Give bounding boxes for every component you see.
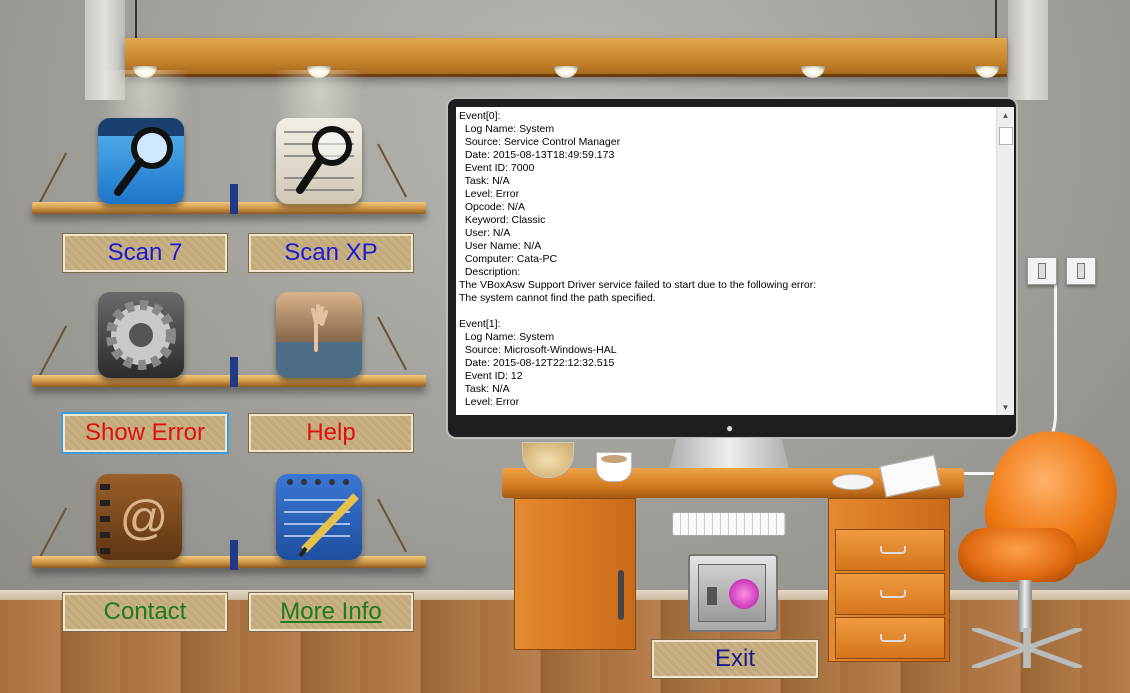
scroll-thumb[interactable] bbox=[999, 127, 1013, 145]
shelf-strap bbox=[230, 540, 238, 570]
show-error-button[interactable]: Show Error bbox=[61, 412, 229, 454]
safe-knob bbox=[707, 587, 717, 605]
coffee-cup bbox=[596, 452, 632, 482]
shelf-1 bbox=[32, 202, 426, 214]
event-log-text[interactable]: Event[0]: Log Name: System Source: Servi… bbox=[459, 110, 994, 412]
scan-7-button[interactable]: Scan 7 bbox=[62, 233, 228, 273]
contact-button[interactable]: Contact bbox=[62, 592, 228, 632]
magnifier-document-icon[interactable] bbox=[276, 118, 362, 204]
help-button[interactable]: Help bbox=[248, 413, 414, 453]
scroll-up-icon[interactable]: ▲ bbox=[997, 107, 1014, 123]
more-info-button[interactable]: More Info bbox=[248, 592, 414, 632]
office-chair-post bbox=[1018, 580, 1032, 632]
drawer bbox=[835, 617, 945, 659]
more-info-label: More Info bbox=[280, 598, 382, 625]
safe-apple-icon[interactable] bbox=[688, 554, 778, 632]
office-chair-base bbox=[972, 628, 1082, 668]
shelf-3 bbox=[32, 556, 426, 568]
show-error-label: Show Error bbox=[84, 419, 206, 446]
exit-button[interactable]: Exit bbox=[651, 639, 819, 679]
shelf-strap bbox=[230, 184, 238, 214]
ceiling-pillar-right bbox=[1008, 0, 1048, 100]
contact-label: Contact bbox=[103, 598, 187, 625]
shelf-strap bbox=[230, 357, 238, 387]
monitor: Event[0]: Log Name: System Source: Servi… bbox=[446, 97, 1018, 439]
exit-label: Exit bbox=[714, 645, 755, 672]
safe-door bbox=[698, 564, 766, 622]
office-chair-seat bbox=[958, 528, 1078, 582]
gear-icon[interactable] bbox=[98, 292, 184, 378]
magnifier-folder-icon[interactable] bbox=[98, 118, 184, 204]
lamp-wire bbox=[995, 0, 997, 42]
notepad-pencil-icon[interactable] bbox=[276, 474, 362, 560]
address-book-icon[interactable]: @ bbox=[96, 474, 182, 560]
cabinet-handle bbox=[618, 570, 624, 620]
desk-drawers bbox=[828, 498, 950, 662]
drawer bbox=[835, 529, 945, 571]
wall-switch bbox=[1066, 257, 1096, 285]
drowning-hand-icon[interactable] bbox=[276, 292, 362, 378]
scan-xp-label: Scan XP bbox=[284, 239, 378, 266]
scan-7-label: Scan 7 bbox=[107, 239, 183, 266]
apple-logo-icon: ● bbox=[726, 421, 734, 435]
keyboard bbox=[672, 512, 786, 536]
apple-mark-icon bbox=[729, 579, 759, 609]
event-log-screen: Event[0]: Log Name: System Source: Servi… bbox=[456, 107, 1014, 415]
wall-switch bbox=[1027, 257, 1057, 285]
help-label: Help bbox=[306, 419, 356, 446]
scan-xp-button[interactable]: Scan XP bbox=[248, 233, 414, 273]
svg-text:@: @ bbox=[120, 492, 169, 545]
drawer bbox=[835, 573, 945, 615]
shelf-2 bbox=[32, 375, 426, 387]
mouse bbox=[832, 474, 874, 490]
lamp-wire bbox=[135, 0, 137, 42]
